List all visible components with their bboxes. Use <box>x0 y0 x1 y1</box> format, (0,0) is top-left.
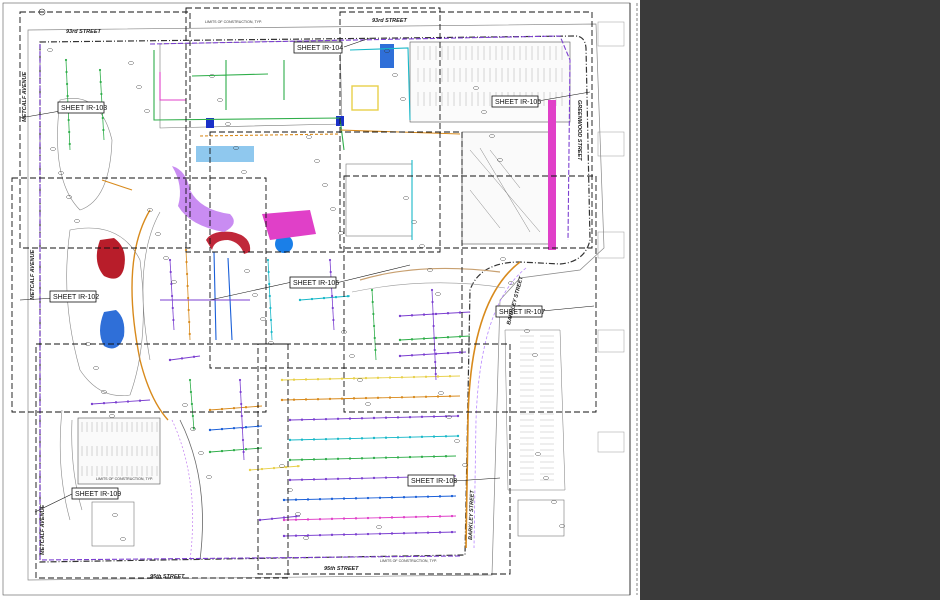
parking-lot-barkley <box>504 329 566 491</box>
svg-text:SHEET IR-102: SHEET IR-102 <box>53 294 99 301</box>
viewer: SHEET IR-103 SHEET IR-104 SHEET IR-105 S… <box>0 0 940 600</box>
sheet-callout-ir107[interactable]: SHEET IR-107 <box>495 305 545 318</box>
svg-text:SHEET IR-106: SHEET IR-106 <box>293 280 339 287</box>
sheet-callout-ir109[interactable]: SHEET IR-109 <box>71 487 121 500</box>
svg-text:SHEET IR-105: SHEET IR-105 <box>495 99 541 106</box>
note-limits-bottom-right: LIMITS OF CONSTRUCTION, TYP. <box>380 559 437 563</box>
sheet-callout-ir108[interactable]: SHEET IR-108 <box>407 474 457 487</box>
sheet-callout-ir105[interactable]: SHEET IR-105 <box>491 95 541 108</box>
svg-text:SHEET IR-107: SHEET IR-107 <box>499 309 545 316</box>
sheet-callout-ir103[interactable]: SHEET IR-103 <box>57 101 107 114</box>
parking-lot-sw <box>77 417 161 485</box>
note-limits-bottom-left: LIMITS OF CONSTRUCTION, TYP. <box>96 477 153 481</box>
street-label-greenwood: GREENWOOD STREET <box>576 100 582 161</box>
irrigation-site-plan: SHEET IR-103 SHEET IR-104 SHEET IR-105 S… <box>2 2 638 596</box>
drawing-sheet: SHEET IR-103 SHEET IR-104 SHEET IR-105 S… <box>0 0 640 600</box>
svg-text:SHEET IR-109: SHEET IR-109 <box>75 491 121 498</box>
street-label-metcalf-upper: METCALF AVENUE <box>22 72 28 122</box>
street-label-metcalf-middle: METCALF AVENUE <box>30 250 36 300</box>
sheet-callout-ir104[interactable]: SHEET IR-104 <box>293 41 343 54</box>
street-label-metcalf-lower: METCALF AVENUE <box>40 505 46 555</box>
parking-lot-east <box>461 131 551 245</box>
street-label-95th-east: 95th STREET <box>324 566 359 572</box>
title-strip <box>597 21 625 453</box>
svg-text:SHEET IR-108: SHEET IR-108 <box>411 478 457 485</box>
svg-text:SHEET IR-104: SHEET IR-104 <box>297 45 343 52</box>
parking-lot-ne <box>409 41 571 123</box>
empty-viewer-area <box>640 0 940 600</box>
main-drive <box>131 209 527 561</box>
street-label-93rd-west: 93rd STREET <box>66 29 101 35</box>
sheet-callout-ir106[interactable]: SHEET IR-106 <box>289 276 339 289</box>
svg-text:SHEET IR-103: SHEET IR-103 <box>61 105 107 112</box>
note-limits-top: LIMITS OF CONSTRUCTION, TYP. <box>205 20 262 24</box>
street-label-93rd-east: 93rd STREET <box>372 18 407 24</box>
sheet-callout-ir102[interactable]: SHEET IR-102 <box>49 290 99 303</box>
street-label-95th-west: 95th STREET <box>150 574 185 580</box>
